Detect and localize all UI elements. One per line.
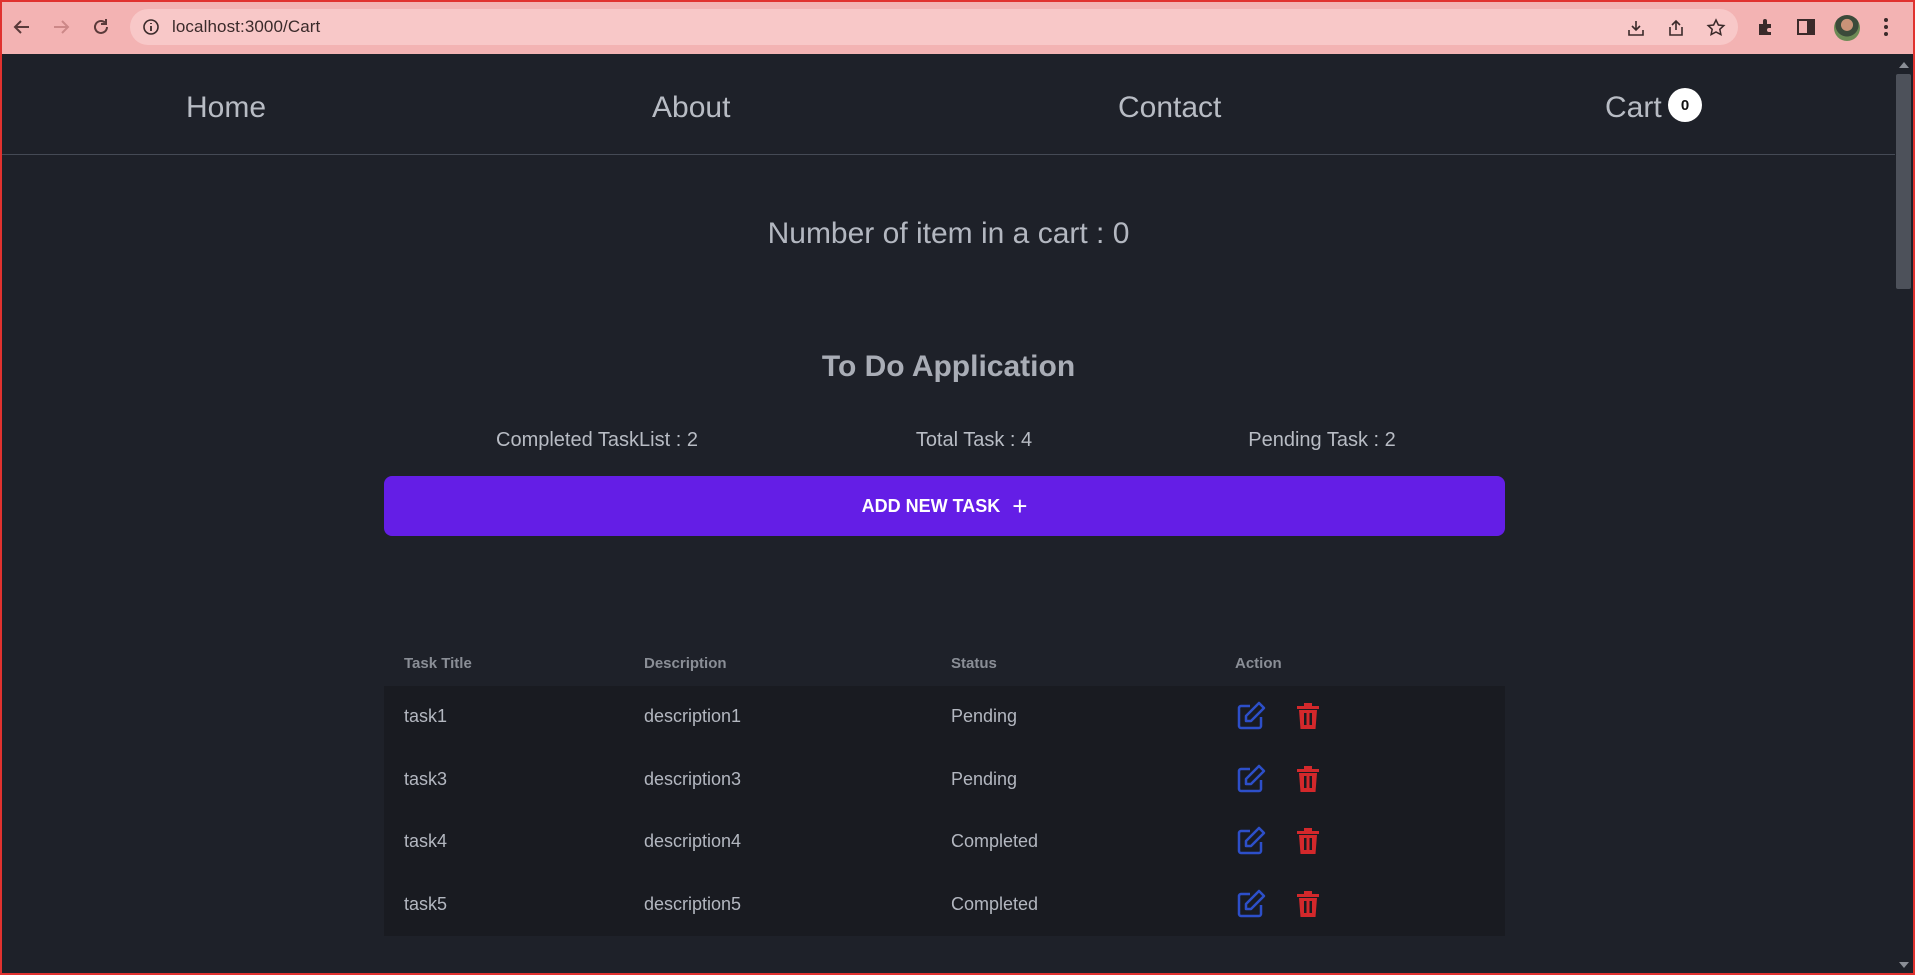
task-status-cell: Pending [951, 706, 1018, 726]
edit-icon[interactable] [1235, 763, 1267, 795]
trash-icon[interactable] [1292, 700, 1324, 732]
plus-icon: + [1012, 491, 1028, 521]
scroll-down-arrow-icon[interactable] [1898, 960, 1910, 970]
task-title-cell: task5 [404, 893, 448, 914]
scrollbar-thumb[interactable] [1896, 74, 1911, 289]
pending-task-count: Pending Task : 2 [1248, 429, 1396, 451]
back-arrow-icon[interactable] [8, 13, 36, 41]
trash-icon[interactable] [1292, 825, 1324, 857]
share-icon[interactable] [1666, 18, 1686, 38]
nav-cart-link[interactable]: Cart [1605, 90, 1662, 126]
trash-icon[interactable] [1292, 763, 1324, 795]
url-text[interactable]: localhost:3000/Cart [172, 9, 320, 45]
edit-icon[interactable] [1235, 700, 1267, 732]
side-panel-icon[interactable] [1795, 16, 1817, 38]
add-new-task-button[interactable]: ADD NEW TASK + [384, 476, 1505, 536]
task-description-cell: description5 [644, 893, 742, 914]
task-status-cell: Completed [951, 893, 1039, 914]
trash-icon[interactable] [1292, 888, 1324, 920]
bookmark-star-icon[interactable] [1706, 18, 1726, 38]
task-description-cell: description3 [644, 768, 742, 789]
table-row: task4 description4 Completed [384, 811, 1505, 874]
table-row: task3 description3 Pending [384, 749, 1505, 812]
address-bar[interactable]: localhost:3000/Cart [130, 9, 1738, 45]
add-new-task-label: ADD NEW TASK [861, 495, 1001, 516]
completed-task-count: Completed TaskList : 2 [496, 429, 698, 451]
app-root: Home About Contact Cart 0 Number of item… [2, 54, 1895, 973]
browser-toolbar: localhost:3000/Cart [0, 0, 1915, 54]
task-title-cell: task1 [404, 706, 448, 726]
table-row: task1 description1 Pending [384, 686, 1505, 749]
profile-avatar[interactable] [1834, 15, 1860, 41]
cart-count-badge: 0 [1668, 88, 1702, 122]
cart-item-count: Number of item in a cart : 0 [767, 217, 1130, 250]
task-status-cell: Pending [951, 768, 1018, 789]
install-icon[interactable] [1626, 18, 1646, 38]
header-task-title: Task Title [404, 655, 472, 672]
nav-contact-link[interactable]: Contact [1118, 90, 1221, 126]
task-table: Task Title Description Status Action tas… [384, 634, 1505, 936]
header-action: Action [1235, 655, 1282, 672]
table-body: task1 description1 Pending task3 descrip… [384, 686, 1505, 936]
top-navbar: Home About Contact Cart 0 [2, 54, 1895, 155]
task-title-cell: task4 [404, 831, 448, 851]
header-description: Description [644, 655, 727, 672]
edit-icon[interactable] [1235, 888, 1267, 920]
edit-icon[interactable] [1235, 825, 1267, 857]
task-title-cell: task3 [404, 768, 448, 789]
header-status: Status [951, 655, 997, 672]
nav-home-link[interactable]: Home [186, 90, 266, 126]
more-menu-icon[interactable] [1880, 16, 1892, 38]
task-description-cell: description4 [644, 831, 742, 851]
scroll-up-arrow-icon[interactable] [1898, 60, 1910, 70]
extensions-icon[interactable] [1755, 16, 1777, 38]
page-title: To Do Application [821, 350, 1076, 383]
site-info-icon[interactable] [142, 18, 160, 36]
nav-about-link[interactable]: About [652, 90, 730, 126]
task-description-cell: description1 [644, 706, 742, 726]
forward-arrow-icon[interactable] [47, 13, 75, 41]
reload-icon[interactable] [87, 13, 115, 41]
table-row: task5 description5 Completed [384, 874, 1505, 937]
total-task-count: Total Task : 4 [915, 429, 1033, 451]
table-header: Task Title Description Status Action [384, 634, 1505, 686]
task-status-cell: Completed [951, 831, 1039, 851]
